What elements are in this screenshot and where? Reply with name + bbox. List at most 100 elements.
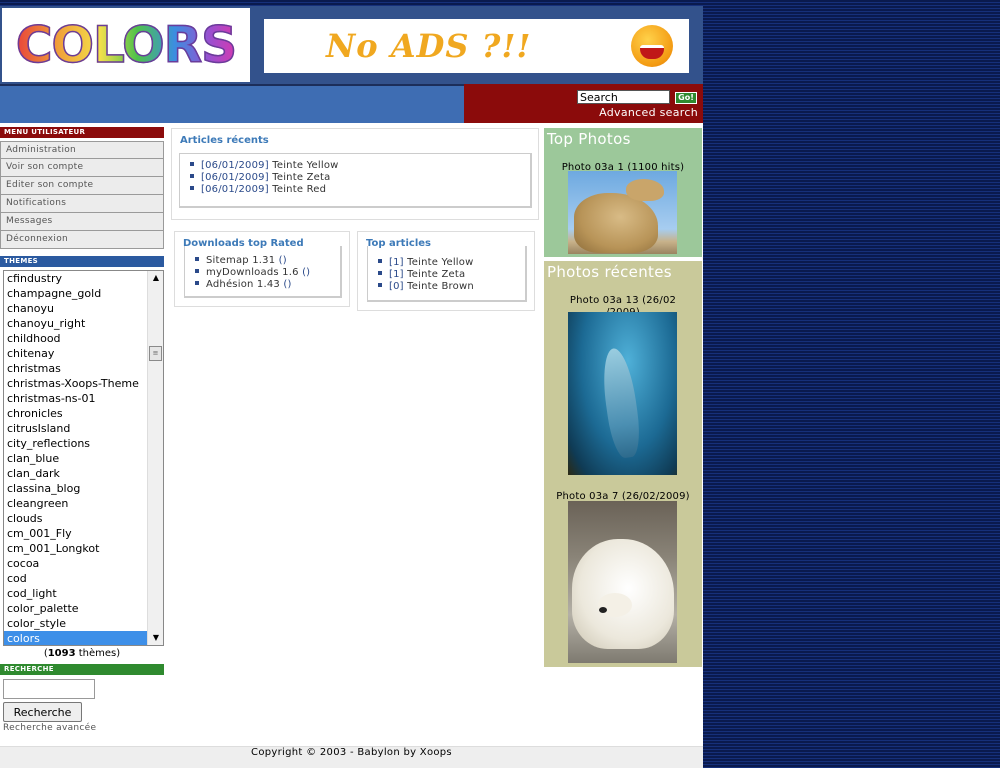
top-articles-block: Top articles [1] Teinte Yellow [1] Teint…: [357, 231, 535, 311]
scroll-thumb[interactable]: ≡: [149, 346, 162, 361]
theme-option[interactable]: citrusIsland: [4, 421, 147, 436]
footer: Copyright © 2003 - Babylon by Xoops: [0, 746, 703, 768]
theme-option[interactable]: city_reflections: [4, 436, 147, 451]
article-name[interactable]: Teinte Yellow: [407, 257, 473, 268]
go-button[interactable]: Go!: [675, 92, 697, 104]
theme-option[interactable]: color_palette: [4, 601, 147, 616]
theme-list-scrollbar[interactable]: ▲ ≡ ▼: [147, 271, 163, 645]
search-input[interactable]: [3, 679, 95, 699]
scroll-down-arrow-icon[interactable]: ▼: [148, 631, 163, 645]
camel-photo[interactable]: [568, 171, 677, 254]
top-articles-list: [1] Teinte Yellow [1] Teinte Zeta [0] Te…: [367, 246, 527, 302]
search-block-title: RECHERCHE: [0, 664, 164, 675]
polar-bear-photo[interactable]: [568, 501, 677, 663]
theme-option[interactable]: chanoyu_right: [4, 316, 147, 331]
theme-count: (1093 thèmes): [0, 647, 164, 661]
theme-option[interactable]: cleangreen: [4, 496, 147, 511]
menu-item-administration[interactable]: Administration: [0, 141, 164, 159]
theme-option[interactable]: christmas-Xoops-Theme: [4, 376, 147, 391]
scroll-up-arrow-icon[interactable]: ▲: [148, 271, 163, 285]
article-name[interactable]: Teinte Zeta: [272, 172, 330, 183]
theme-option[interactable]: chanoyu: [4, 301, 147, 316]
shouting-face-icon: [631, 25, 673, 67]
themes-title: THEMES: [0, 256, 164, 267]
menu-item-notifications[interactable]: Notifications: [0, 195, 164, 213]
photo-caption-line[interactable]: Photo 03a 13 (26/02: [544, 295, 702, 307]
top-search-input[interactable]: [577, 90, 670, 104]
list-item[interactable]: Adhésion 1.43 (): [195, 279, 340, 291]
banner-text: No ADS ?!!: [326, 27, 532, 65]
user-menu-title: MENU UTILISATEUR: [0, 127, 164, 138]
theme-option[interactable]: clouds: [4, 511, 147, 526]
advanced-search-link[interactable]: Advanced search: [599, 106, 698, 119]
theme-option[interactable]: champagne_gold: [4, 286, 147, 301]
download-name[interactable]: Sitemap 1.31: [206, 255, 275, 266]
recent-photos-block: Photos récentes Photo 03a 13 (26/02/2009…: [544, 261, 702, 667]
article-count: [1]: [389, 257, 404, 268]
list-item[interactable]: [1] Teinte Yellow: [378, 257, 525, 269]
theme-option[interactable]: classina_blog: [4, 481, 147, 496]
theme-count-number: 1093: [47, 648, 76, 659]
article-count: [1]: [389, 269, 404, 280]
theme-select-list[interactable]: cfindustry champagne_gold chanoyu chanoy…: [3, 270, 164, 646]
theme-option[interactable]: cod_light: [4, 586, 147, 601]
list-item[interactable]: [06/01/2009] Teinte Red: [190, 184, 530, 196]
search-button[interactable]: Recherche: [3, 702, 82, 722]
list-item[interactable]: [1] Teinte Zeta: [378, 269, 525, 281]
theme-option[interactable]: cod: [4, 571, 147, 586]
left-column: MENU UTILISATEUR Administration Voir son…: [0, 127, 164, 733]
theme-option[interactable]: cm_001_Longkot: [4, 541, 147, 556]
recent-articles-block: Articles récents [06/01/2009] Teinte Yel…: [171, 128, 539, 220]
menu-item-deconnexion[interactable]: Déconnexion: [0, 231, 164, 249]
list-item[interactable]: [0] Teinte Brown: [378, 281, 525, 293]
list-item[interactable]: myDownloads 1.6 (): [195, 267, 340, 279]
top-photos-block: Top Photos Photo 03a 1 (1100 hits): [544, 128, 702, 257]
top-photos-title: Top Photos: [547, 130, 631, 148]
copyright-text: Copyright © 2003 - Babylon by Xoops: [251, 747, 452, 758]
theme-option[interactable]: cm_001_Fly: [4, 526, 147, 541]
article-name[interactable]: Teinte Yellow: [272, 160, 338, 171]
downloads-top-list: Sitemap 1.31 () myDownloads 1.6 () Adhés…: [184, 246, 342, 298]
article-name[interactable]: Teinte Zeta: [407, 269, 465, 280]
theme-option[interactable]: color_style: [4, 616, 147, 631]
recent-articles-list: [06/01/2009] Teinte Yellow [06/01/2009] …: [179, 153, 532, 208]
download-rating: (): [283, 279, 292, 290]
search-block: RECHERCHE Recherche Recherche avancée: [0, 664, 164, 733]
theme-option[interactable]: clan_dark: [4, 466, 147, 481]
theme-option[interactable]: childhood: [4, 331, 147, 346]
recent-photos-title: Photos récentes: [547, 263, 672, 281]
header: COLORS No ADS ?!!: [0, 6, 703, 84]
menu-item-messages[interactable]: Messages: [0, 213, 164, 231]
article-count: [0]: [389, 281, 404, 292]
article-date[interactable]: [06/01/2009]: [201, 160, 269, 171]
logo[interactable]: COLORS: [2, 8, 250, 82]
list-item[interactable]: Sitemap 1.31 (): [195, 255, 340, 267]
article-name[interactable]: Teinte Brown: [407, 281, 474, 292]
theme-option[interactable]: cocoa: [4, 556, 147, 571]
logo-text: COLORS: [15, 15, 238, 75]
theme-option[interactable]: cfindustry: [4, 271, 147, 286]
download-rating: (): [302, 267, 311, 278]
download-name[interactable]: Adhésion 1.43: [206, 279, 280, 290]
dolphin-photo[interactable]: [568, 312, 677, 475]
theme-option[interactable]: chronicles: [4, 406, 147, 421]
article-date[interactable]: [06/01/2009]: [201, 184, 269, 195]
theme-option-selected[interactable]: colors: [4, 631, 147, 645]
menu-item-editer-compte[interactable]: Editer son compte: [0, 177, 164, 195]
download-name[interactable]: myDownloads 1.6: [206, 267, 299, 278]
ad-banner[interactable]: No ADS ?!!: [264, 19, 689, 73]
menu-item-voir-compte[interactable]: Voir son compte: [0, 159, 164, 177]
theme-count-suffix: thèmes): [75, 648, 121, 659]
theme-option[interactable]: clan_blue: [4, 451, 147, 466]
downloads-top-block: Downloads top Rated Sitemap 1.31 () myDo…: [174, 231, 350, 307]
list-item[interactable]: [06/01/2009] Teinte Yellow: [190, 160, 530, 172]
article-name[interactable]: Teinte Red: [272, 184, 326, 195]
theme-option[interactable]: christmas-ns-01: [4, 391, 147, 406]
list-item[interactable]: [06/01/2009] Teinte Zeta: [190, 172, 530, 184]
advanced-search-link[interactable]: Recherche avancée: [3, 723, 164, 733]
download-rating: (): [278, 255, 287, 266]
page: COLORS No ADS ?!! Go! Advanced search ME…: [0, 6, 703, 768]
article-date[interactable]: [06/01/2009]: [201, 172, 269, 183]
theme-option[interactable]: christmas: [4, 361, 147, 376]
theme-option[interactable]: chitenay: [4, 346, 147, 361]
